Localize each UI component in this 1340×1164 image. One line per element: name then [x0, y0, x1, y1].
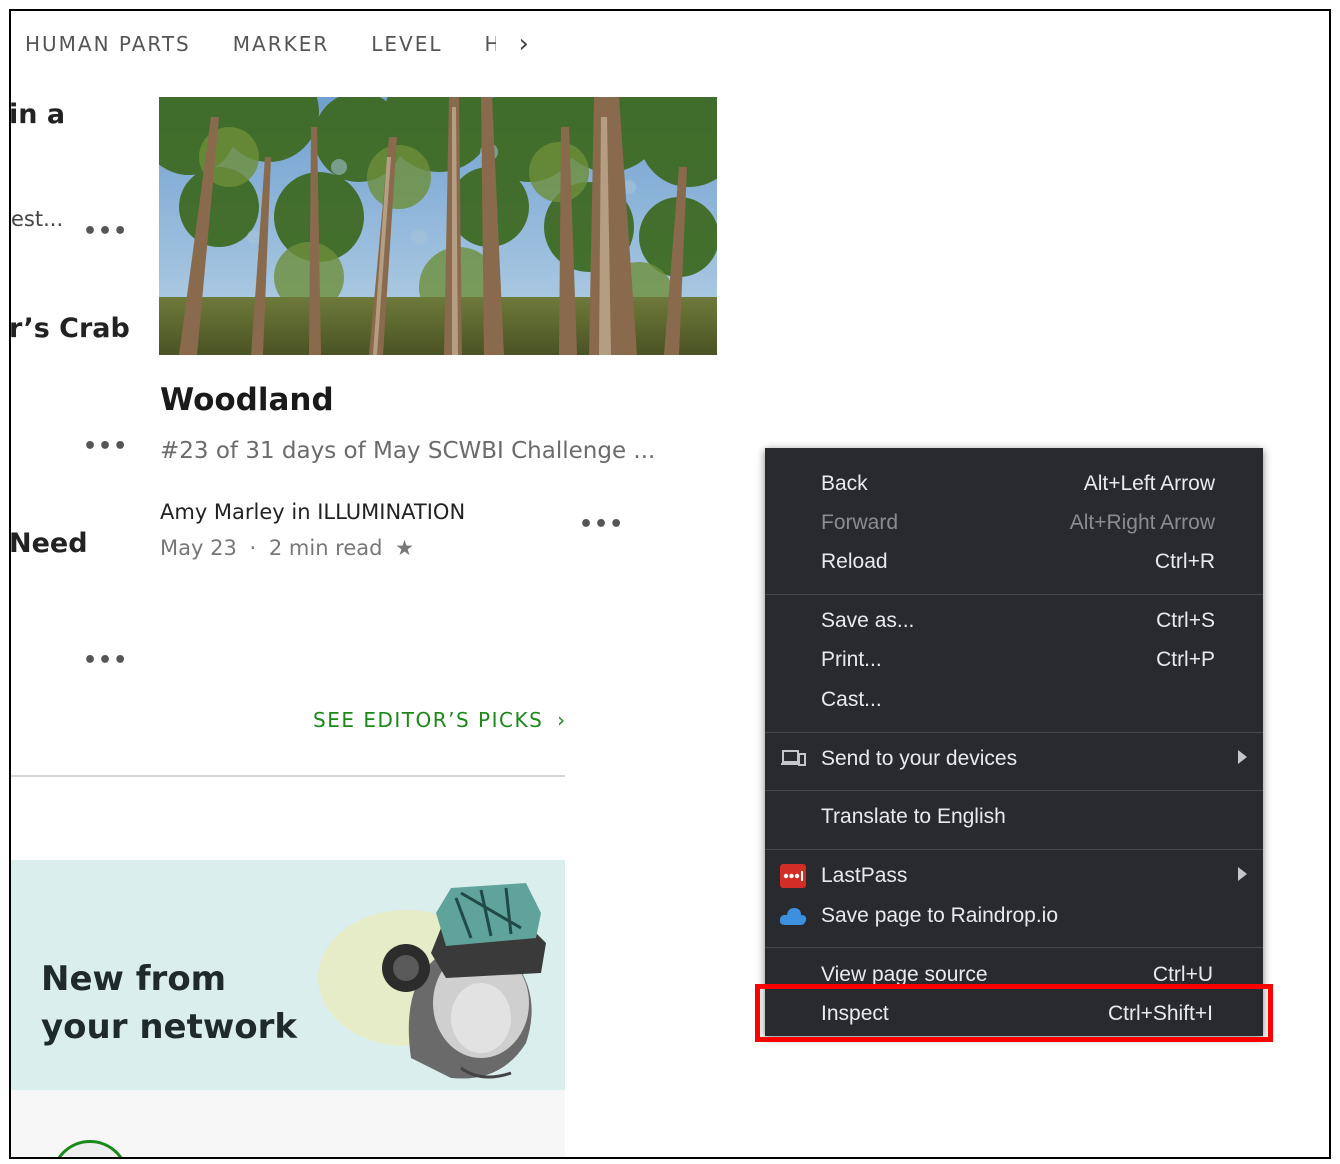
more-options-icon[interactable]: •••	[83, 434, 128, 459]
editors-picks-label: SEE EDITOR’S PICKS	[313, 708, 544, 732]
menu-item-translate[interactable]: Translate to English	[765, 799, 1263, 835]
article-author-publication[interactable]: Amy Marley in ILLUMINATION	[160, 500, 465, 524]
article-date: May 23	[160, 536, 237, 560]
more-options-icon[interactable]: •••	[83, 648, 128, 673]
member-star-icon: ★	[395, 536, 414, 560]
menu-separator	[765, 594, 1263, 595]
menu-separator	[765, 790, 1263, 791]
vr-headset-illustration	[318, 883, 546, 1079]
menu-item-cast[interactable]: Cast...	[765, 682, 1263, 718]
left-article-title-fragment[interactable]: Need	[11, 528, 88, 559]
left-article-title-fragment[interactable]: r’s Crab	[11, 313, 130, 344]
nav-item-clipped[interactable]: H	[484, 32, 496, 56]
submenu-arrow-icon	[1238, 750, 1247, 764]
submenu-arrow-icon	[1238, 867, 1247, 881]
article-thumbnail-forest[interactable]	[159, 97, 717, 355]
menu-item-save-as[interactable]: Save as... Ctrl+S	[765, 603, 1263, 639]
raindrop-cloud-icon	[779, 908, 807, 925]
nav-next-arrow-icon[interactable]: ›	[518, 31, 528, 57]
menu-item-raindrop[interactable]: Save page to Raindrop.io	[765, 898, 1263, 934]
menu-item-forward[interactable]: Forward Alt+Right Arrow	[765, 505, 1263, 541]
see-editors-picks-link[interactable]: SEE EDITOR’S PICKS ›	[313, 708, 567, 732]
devices-icon	[781, 750, 806, 766]
menu-separator	[765, 849, 1263, 850]
nav-item-level[interactable]: LEVEL	[371, 32, 442, 56]
meta-separator: ·	[249, 536, 257, 560]
menu-separator	[765, 947, 1263, 948]
nav-item-marker[interactable]: MARKER	[233, 32, 329, 56]
article-subtitle[interactable]: #23 of 31 days of May SCWBI Challenge ..…	[160, 438, 655, 464]
article-read-time: 2 min read	[268, 536, 383, 560]
feed-continuation	[11, 1090, 565, 1157]
menu-item-back[interactable]: Back Alt+Left Arrow	[765, 466, 1263, 502]
avatar[interactable]	[51, 1140, 129, 1157]
menu-item-print[interactable]: Print... Ctrl+P	[765, 642, 1263, 678]
menu-item-reload[interactable]: Reload Ctrl+R	[765, 544, 1263, 580]
section-divider	[11, 775, 565, 777]
banner-title: New from your network	[41, 955, 297, 1051]
context-menu: Back Alt+Left Arrow Forward Alt+Right Ar…	[765, 448, 1263, 1036]
banner-title-line2: your network	[41, 1007, 297, 1047]
menu-item-lastpass[interactable]: LastPass	[765, 858, 1263, 894]
left-article-subtitle-fragment: est...	[11, 207, 64, 231]
chevron-right-icon: ›	[557, 708, 567, 732]
menu-item-send-to-devices[interactable]: Send to your devices	[765, 741, 1263, 777]
article-meta: May 23 · 2 min read ★	[160, 536, 414, 560]
left-article-title-fragment[interactable]: in a	[11, 99, 65, 130]
article-more-options-icon[interactable]: •••	[579, 512, 624, 537]
menu-separator	[765, 732, 1263, 733]
lastpass-icon	[780, 864, 806, 888]
banner-title-line1: New from	[41, 959, 227, 999]
nav-item-human-parts[interactable]: HUMAN PARTS	[25, 32, 191, 56]
inspect-highlight-box	[755, 984, 1273, 1042]
topic-nav: HUMAN PARTS MARKER LEVEL H ›	[25, 27, 529, 61]
more-options-icon[interactable]: •••	[83, 219, 128, 244]
article-title[interactable]: Woodland	[160, 382, 334, 418]
new-from-network-banner: New from your network	[11, 860, 565, 1090]
